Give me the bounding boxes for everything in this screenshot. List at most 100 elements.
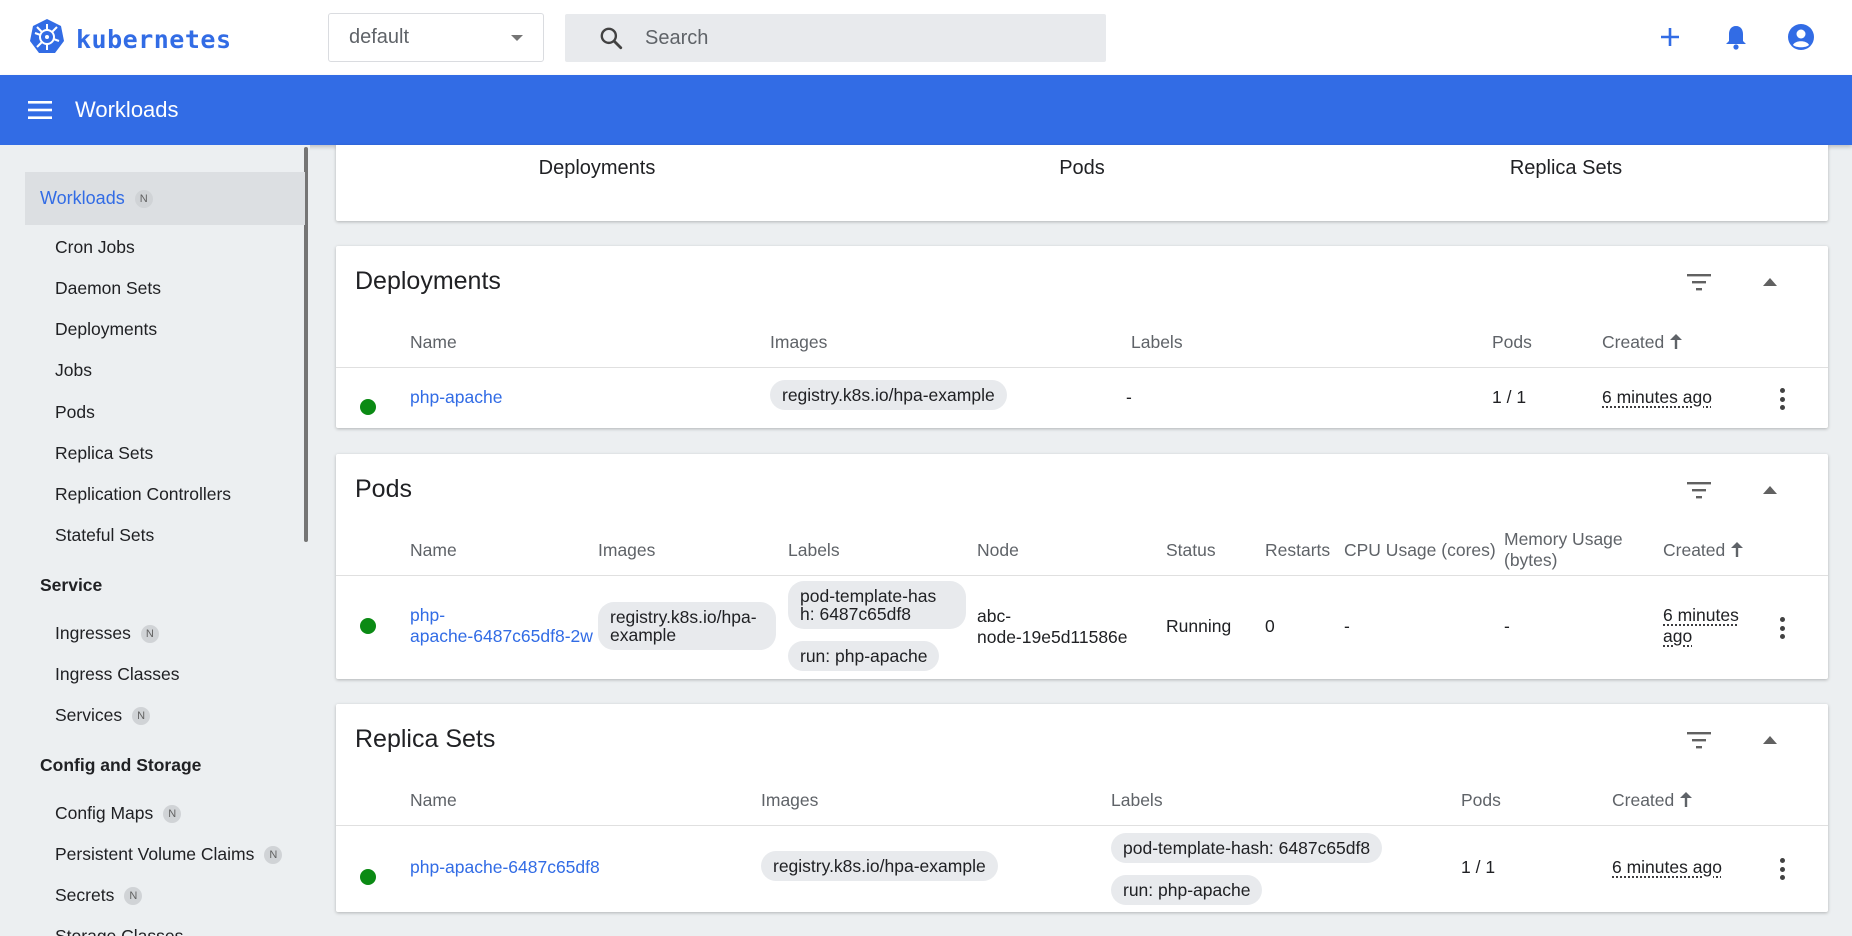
pod-status: Running [1166,616,1232,636]
tab-deployments[interactable]: Deployments [539,157,656,180]
sidebar-item-label: Secrets [55,885,115,905]
replica-set-name-link[interactable]: php-apache-6487c65df8 [410,857,600,878]
sidebar-item-storage-classes[interactable]: Storage Classes [55,926,183,936]
filter-icon[interactable] [1685,728,1713,752]
sidebar-item-daemon-sets[interactable]: Daemon Sets [55,278,161,299]
sidebar-item-stateful-sets[interactable]: Stateful Sets [55,525,154,546]
row-actions-menu-icon[interactable] [1778,388,1786,410]
sidebar-item-label: Replication Controllers [55,484,232,504]
replica-sets-card: Replica Sets Name Images Labels Pods Cre… [336,704,1828,912]
namespaced-badge: N [134,189,153,208]
label-chip: pod-template-hash: 6487c65df8 [1111,833,1383,863]
sidebar-item-label: Daemon Sets [55,278,162,298]
header-divider [336,825,1828,826]
namespace-select[interactable]: default [328,13,544,62]
sidebar-item-jobs[interactable]: Jobs [55,360,92,381]
column-header-created[interactable]: Created [1612,790,1693,812]
row-actions-menu-icon[interactable] [1778,858,1786,880]
notifications-bell-icon[interactable] [1721,22,1751,52]
sidebar-item-ingresses[interactable]: Ingresses N [55,623,159,644]
column-header-created[interactable]: Created [1602,332,1683,354]
sidebar-item-services[interactable]: Services N [55,705,151,726]
namespaced-badge: N [163,804,182,823]
sidebar-item-ingress-classes[interactable]: Ingress Classes [55,664,180,685]
sidebar-item-persistent-volume-claims[interactable]: Persistent Volume Claims N [55,844,283,865]
hamburger-menu-icon[interactable] [26,97,54,123]
tab-pods[interactable]: Pods [1059,157,1105,180]
tab-replica-sets[interactable]: Replica Sets [1510,157,1622,180]
sidebar-item-label: Storage Classes [55,926,184,936]
logo-text: kubernetes [76,25,232,54]
column-header-labels: Labels [788,540,840,560]
namespaced-badge: N [124,886,143,905]
collapse-arrow-icon[interactable] [1758,478,1782,502]
sidebar-item-workloads[interactable]: Workloads N [25,172,305,225]
sidebar-nav: Workloads N Cron Jobs Daemon Sets Deploy… [0,145,310,936]
image-chip: registry.k8s.io/hpa-example [770,380,1007,410]
pod-name-link[interactable]: php- [410,605,445,626]
sidebar-item-label: Cron Jobs [55,237,135,257]
collapse-arrow-icon[interactable] [1758,270,1782,294]
account-avatar-icon[interactable] [1786,22,1816,52]
replica-sets-title: Replica Sets [355,725,496,753]
column-header-created[interactable]: Created [1663,540,1744,562]
deployment-name-link[interactable]: php-apache [410,387,502,408]
column-header-name[interactable]: Name [410,540,457,561]
search-icon[interactable] [593,20,629,56]
column-header-label: Created [1612,790,1675,810]
sidebar-item-label: Services [55,705,123,725]
sidebar-item-config-maps[interactable]: Config Maps N [55,803,182,824]
namespace-selected-value: default [349,26,410,48]
search-input[interactable] [645,26,1045,50]
header-divider [336,367,1828,368]
page-title: Workloads [75,97,179,122]
label-chip-text: h: 6487c65df8 [800,604,911,624]
collapse-arrow-icon[interactable] [1758,728,1782,752]
label-chip: run: php-apache [1111,875,1263,905]
filter-icon[interactable] [1685,270,1713,294]
search-bar [565,14,1106,62]
status-ok-icon [360,399,376,415]
column-header-name[interactable]: Name [410,790,457,811]
sidebar-item-cron-jobs[interactable]: Cron Jobs [55,237,135,258]
column-header-status[interactable]: Status [1166,540,1216,561]
column-header-label: Created [1602,332,1665,352]
image-chip: registry.k8s.io/hpa- example [598,602,776,650]
column-header-labels: Labels [1131,332,1183,352]
sidebar-item-replication-controllers[interactable]: Replication Controllers [55,484,231,505]
deployments-card: Deployments Name Images Labels Pods Crea… [336,246,1828,428]
sidebar-item-pods[interactable]: Pods [55,402,95,423]
sidebar-item-replica-sets[interactable]: Replica Sets [55,443,153,464]
pods-count: 1 / 1 [1461,857,1496,877]
pods-card: Pods Name Images Labels Node Status Rest… [336,454,1828,679]
column-header-memory-unit: (bytes) [1504,550,1558,570]
status-ok-icon [360,618,376,634]
column-header-name[interactable]: Name [410,332,457,353]
sidebar-section-config-storage[interactable]: Config and Storage [40,755,201,776]
column-header-restarts[interactable]: Restarts [1265,540,1330,561]
pods-title: Pods [355,475,412,503]
column-header-images: Images [598,540,656,560]
pod-restarts: 0 [1265,616,1275,636]
pod-name-link-continued[interactable]: apache-6487c65df8-2w [410,626,593,647]
page-toolbar: Workloads [0,75,1852,145]
column-header-label: Created [1663,540,1726,560]
sidebar-item-label: Deployments [55,319,158,339]
sidebar-section-service[interactable]: Service [40,575,102,596]
filter-icon[interactable] [1685,478,1713,502]
kubernetes-logo[interactable]: kubernetes [28,18,232,61]
labels-value: - [1126,387,1132,407]
memory-usage-value: - [1504,616,1510,636]
sidebar-item-secrets[interactable]: Secrets N [55,885,143,906]
create-plus-icon[interactable] [1655,22,1685,52]
row-actions-menu-icon[interactable] [1778,617,1786,639]
sidebar-item-label: Ingress Classes [55,664,180,684]
sidebar-item-label: Ingresses [55,623,131,643]
column-header-memory-usage: Memory Usage [1504,529,1623,549]
sidebar-item-label: Replica Sets [55,443,154,463]
cpu-usage-value: - [1344,616,1350,636]
sidebar-item-deployments[interactable]: Deployments [55,319,157,340]
namespaced-badge: N [140,624,159,643]
column-header-node[interactable]: Node [977,540,1019,561]
namespaced-badge: N [264,845,283,864]
